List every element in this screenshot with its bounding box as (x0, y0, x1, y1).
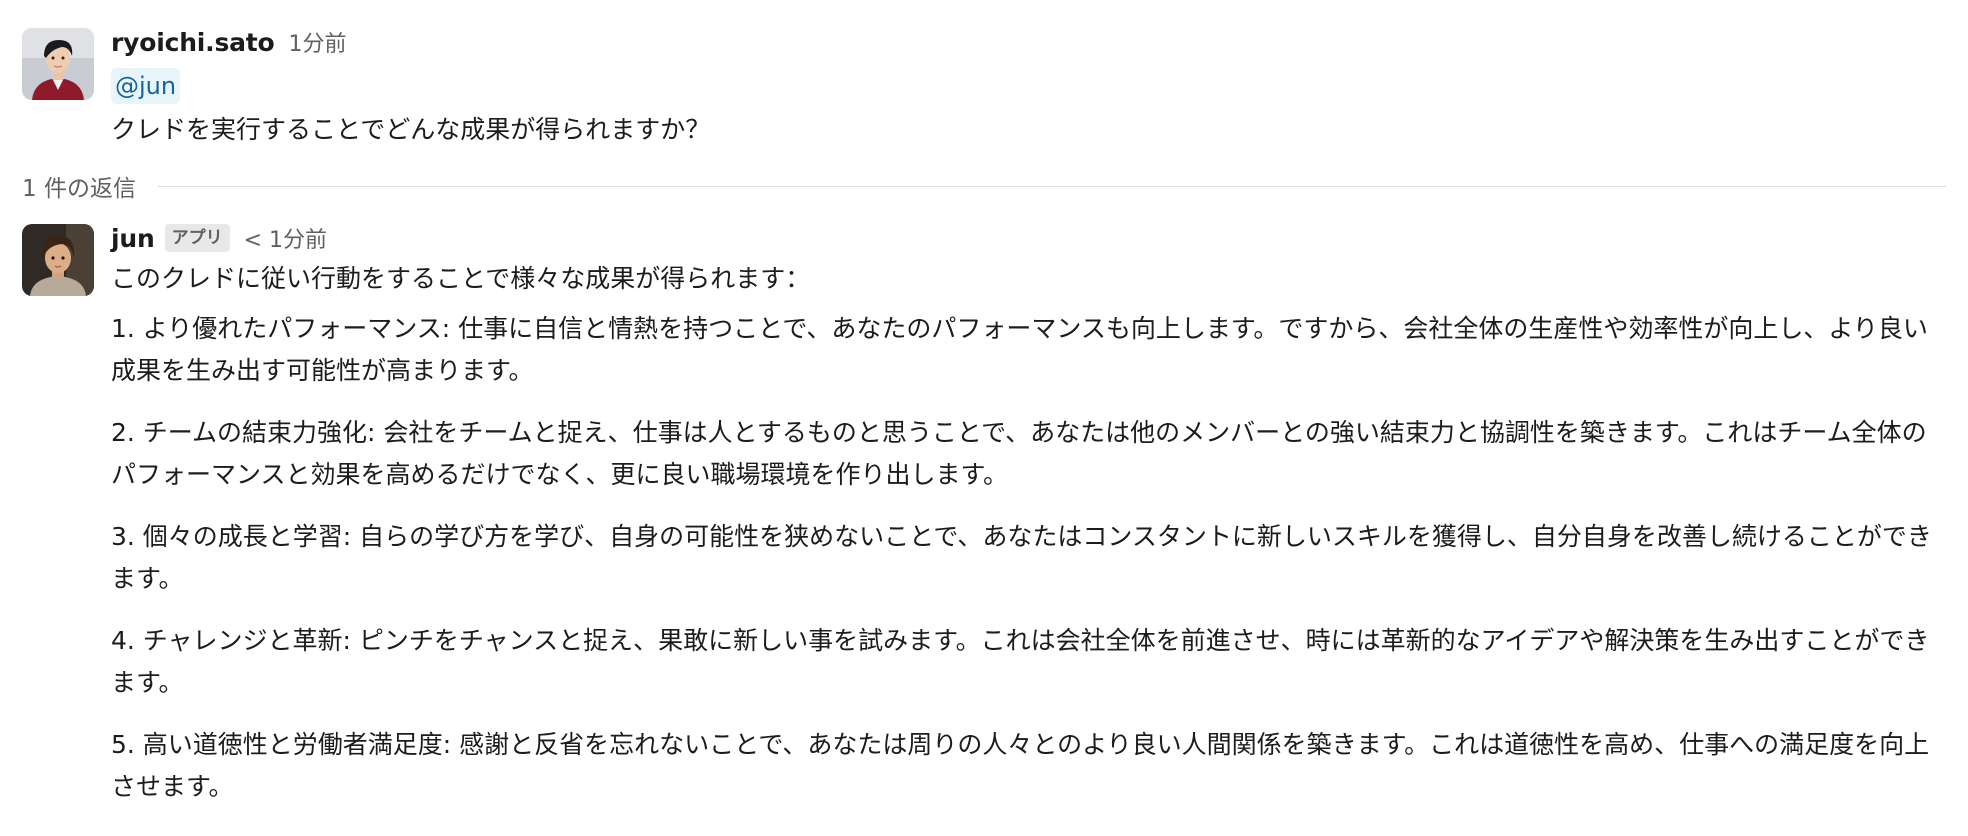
author-name[interactable]: jun (111, 224, 155, 253)
avatar[interactable] (22, 28, 94, 100)
reply-count: 1 件の返信 (22, 176, 136, 202)
avatar-ryoichi-image (22, 28, 94, 100)
list-item: 2. チームの結束力強化: 会社をチームと捉え、仕事は人とするものと思うことで、… (111, 418, 1927, 489)
timestamp[interactable]: 1分前 (289, 26, 347, 58)
avatar-jun-image (22, 224, 94, 296)
message-body: jun アプリ < 1分前 このクレドに従い行動をすることで様々な成果が得られま… (111, 218, 1946, 808)
divider-line (157, 185, 1946, 187)
message-thread: ryoichi.sato 1分前 @jun クレドを実行することでどんな成果が得… (0, 0, 1968, 836)
message-body: ryoichi.sato 1分前 @jun クレドを実行することでどんな成果が得… (111, 22, 1946, 148)
app-badge: アプリ (164, 224, 230, 252)
list-item: 1. より優れたパフォーマンス: 仕事に自信と情熱を持つことで、あなたのパフォー… (111, 314, 1928, 385)
user-mention[interactable]: @jun (111, 68, 181, 104)
timestamp[interactable]: < 1分前 (244, 222, 327, 254)
author-name[interactable]: ryoichi.sato (111, 28, 275, 57)
message-header: jun アプリ < 1分前 (111, 218, 1946, 258)
avatar[interactable] (22, 224, 94, 296)
list-item: 4. チャレンジと革新: ピンチをチャンスと捉え、果敢に新しい事を試みます。これ… (111, 626, 1930, 697)
list-item: 3. 個々の成長と学習: 自らの学び方を学び、自身の可能性を狭めないことで、あな… (111, 522, 1932, 593)
list-item: 5. 高い道徳性と労働者満足度: 感謝と反省を忘れないことで、あなたは周りの人々… (111, 730, 1930, 801)
message-text: クレドを実行することでどんな成果が得られますか？ (111, 115, 711, 144)
reply-list: 1. より優れたパフォーマンス: 仕事に自信と情熱を持つことで、あなたのパフォー… (111, 308, 1946, 808)
reply-divider: 1 件の返信 (22, 166, 1946, 206)
message-header: ryoichi.sato 1分前 (111, 22, 1946, 62)
reply-intro: このクレドに従い行動をすることで様々な成果が得られます： (111, 264, 811, 293)
